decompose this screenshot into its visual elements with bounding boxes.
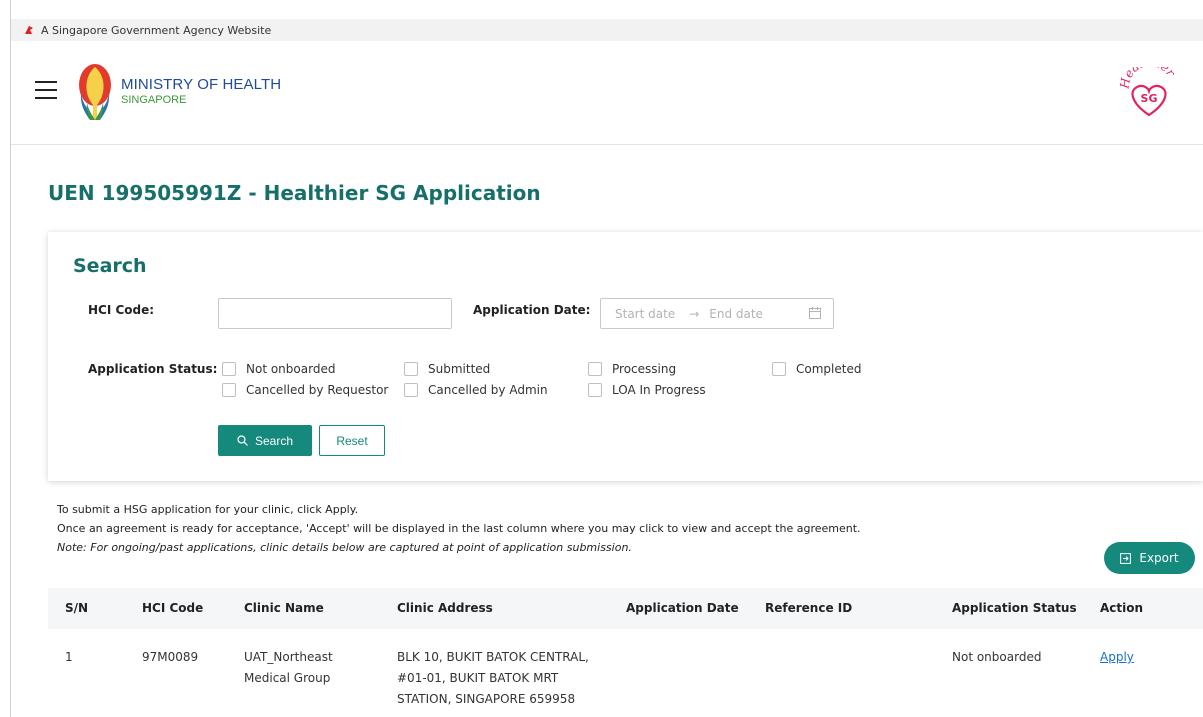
cell-action: Apply bbox=[1100, 647, 1134, 668]
cell-sn: 1 bbox=[65, 650, 73, 664]
column-header-clinic-address: Clinic Address bbox=[397, 601, 493, 615]
checkbox-box[interactable] bbox=[222, 362, 236, 376]
apply-link[interactable]: Apply bbox=[1100, 650, 1134, 664]
status-checkbox-loa-in-progress[interactable]: LOA In Progress bbox=[588, 383, 706, 397]
status-checkbox-processing[interactable]: Processing bbox=[588, 362, 676, 376]
hsg-badge-text: SG bbox=[1141, 92, 1158, 105]
reset-button[interactable]: Reset bbox=[319, 425, 385, 456]
application-status-label: Application Status: bbox=[88, 362, 218, 376]
status-checkbox-cancelled-by-requestor[interactable]: Cancelled by Requestor bbox=[222, 383, 388, 397]
checkbox-label: Completed bbox=[796, 362, 862, 376]
checkbox-box[interactable] bbox=[222, 383, 236, 397]
gov-masthead: A Singapore Government Agency Website bbox=[11, 19, 1203, 41]
checkbox-box[interactable] bbox=[772, 362, 786, 376]
status-checkbox-completed[interactable]: Completed bbox=[772, 362, 861, 376]
cell-hci-code: 97M0089 bbox=[142, 650, 199, 664]
calendar-icon[interactable] bbox=[809, 307, 821, 319]
healthier-sg-logo: Healthier SG bbox=[1119, 67, 1179, 117]
column-header-action: Action bbox=[1100, 601, 1144, 615]
hamburger-menu-icon[interactable] bbox=[35, 81, 57, 99]
instruction-line-accept: Once an agreement is ready for acceptanc… bbox=[57, 522, 861, 535]
checkbox-box[interactable] bbox=[404, 383, 418, 397]
column-header-application-date: Application Date bbox=[626, 601, 739, 615]
checkbox-box[interactable] bbox=[588, 383, 602, 397]
moh-wordmark-line2: SINGAPORE bbox=[121, 94, 187, 106]
address-line: BLK 10, BUKIT BATOK CENTRAL, bbox=[397, 650, 589, 664]
checkbox-label: Processing bbox=[612, 362, 677, 376]
clinic-name-line: UAT_Northeast bbox=[244, 650, 333, 664]
singapore-lion-icon bbox=[25, 26, 33, 34]
search-icon bbox=[237, 435, 248, 446]
checkbox-label: Not onboarded bbox=[246, 362, 336, 376]
reset-button-label: Reset bbox=[336, 433, 368, 448]
column-header-clinic-name: Clinic Name bbox=[244, 601, 324, 615]
start-date-placeholder[interactable]: Start date bbox=[615, 307, 675, 321]
hci-code-label: HCI Code: bbox=[88, 303, 155, 317]
checkbox-box[interactable] bbox=[404, 362, 418, 376]
status-checkbox-not-onboarded[interactable]: Not onboarded bbox=[222, 362, 335, 376]
status-checkbox-cancelled-by-admin[interactable]: Cancelled by Admin bbox=[404, 383, 548, 397]
svg-text:Healthier: Healthier bbox=[1119, 67, 1179, 90]
column-header-reference-id: Reference ID bbox=[765, 601, 853, 615]
site-header: MINISTRY OF HEALTH SINGAPORE Healthier S… bbox=[11, 41, 1203, 145]
search-button[interactable]: Search bbox=[218, 425, 312, 456]
application-date-range-picker[interactable]: Start date → End date bbox=[600, 298, 834, 329]
moh-logo-icon bbox=[79, 64, 111, 120]
column-header-application-status: Application Status bbox=[952, 601, 1077, 615]
checkbox-label: Cancelled by Requestor bbox=[246, 383, 389, 397]
checkbox-label: LOA In Progress bbox=[612, 383, 706, 397]
checkbox-label: Submitted bbox=[428, 362, 491, 376]
clinic-name-line: Medical Group bbox=[244, 671, 331, 685]
search-title: Search bbox=[73, 255, 147, 277]
checkbox-label: Cancelled by Admin bbox=[428, 383, 548, 397]
end-date-placeholder[interactable]: End date bbox=[709, 307, 763, 321]
moh-wordmark: MINISTRY OF HEALTH SINGAPORE bbox=[121, 76, 281, 106]
export-icon bbox=[1120, 552, 1132, 564]
checkbox-box[interactable] bbox=[588, 362, 602, 376]
hci-code-input[interactable] bbox=[218, 298, 452, 329]
cell-application-status: Not onboarded bbox=[952, 650, 1042, 664]
instruction-note: Note: For ongoing/past applications, cli… bbox=[57, 541, 632, 554]
export-button[interactable]: Export bbox=[1104, 542, 1195, 574]
cell-clinic-name: UAT_Northeast Medical Group bbox=[244, 647, 333, 689]
table-header-row: S/N HCI Code Clinic Name Clinic Address … bbox=[48, 588, 1203, 629]
search-button-label: Search bbox=[254, 433, 294, 448]
instructions-text: To submit a HSG application for your cli… bbox=[57, 500, 861, 557]
moh-wordmark-line1: MINISTRY OF HEALTH bbox=[121, 76, 282, 93]
column-header-hci-code: HCI Code bbox=[142, 601, 204, 615]
column-header-sn: S/N bbox=[65, 601, 89, 615]
application-date-label: Application Date: bbox=[473, 303, 591, 317]
address-line: STATION, SINGAPORE 659958 bbox=[397, 692, 576, 706]
search-panel: Search HCI Code: Application Date: Start… bbox=[48, 232, 1203, 481]
gov-masthead-text: A Singapore Government Agency Website bbox=[41, 23, 272, 37]
instruction-line-apply: To submit a HSG application for your cli… bbox=[57, 503, 359, 516]
range-arrow-icon: → bbox=[689, 306, 700, 321]
cell-clinic-address: BLK 10, BUKIT BATOK CENTRAL, #01-01, BUK… bbox=[397, 647, 589, 710]
export-button-label: Export bbox=[1139, 551, 1179, 565]
page-title: UEN 199505991Z - Healthier SG Applicatio… bbox=[48, 181, 541, 205]
address-line: #01-01, BUKIT BATOK MRT bbox=[397, 671, 559, 685]
status-checkbox-submitted[interactable]: Submitted bbox=[404, 362, 490, 376]
